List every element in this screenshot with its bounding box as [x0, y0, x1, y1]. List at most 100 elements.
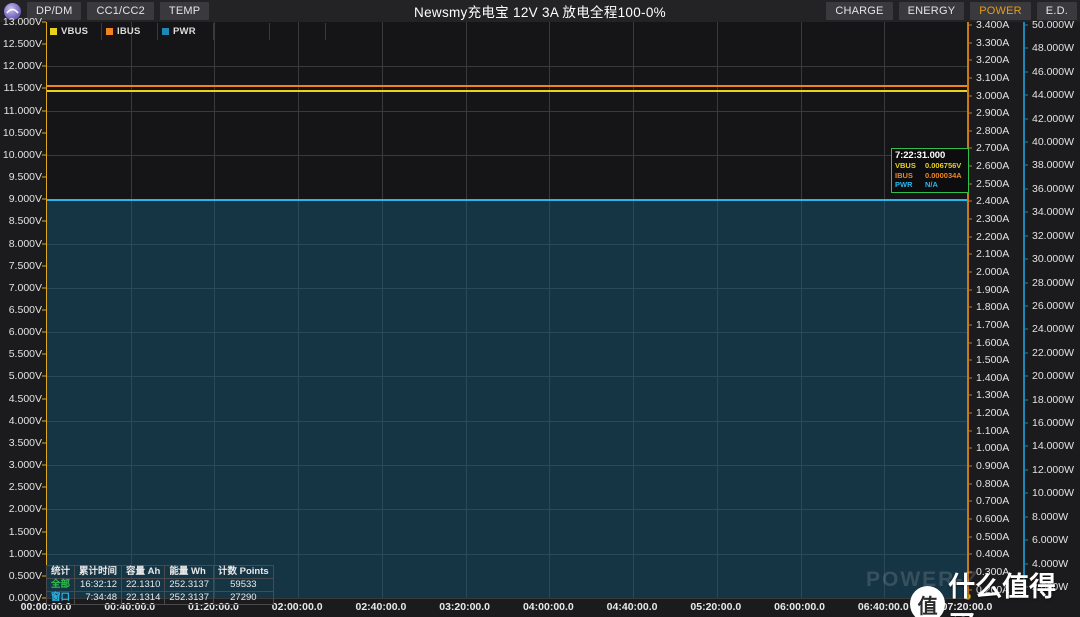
tab-ed[interactable]: E.D.: [1036, 2, 1077, 20]
y-axis-current[interactable]: 3.400A 3.300A 3.200A 3.100A 3.000A 2.900A 2.80…: [967, 19, 1017, 598]
y-axis-current-tick: 0.500A: [976, 530, 1010, 543]
y-axis-current-tick: 3.200A: [976, 54, 1010, 67]
y-axis-voltage-tickmark: [42, 531, 46, 533]
y-axis-voltage[interactable]: 13.000V 12.500V 12.000V 11.500V 11.000V 10.50…: [0, 16, 46, 604]
y-axis-voltage-tickmark: [42, 154, 46, 156]
y-axis-current-tickmark: [967, 59, 972, 61]
y-axis-current-tickmark: [967, 394, 972, 396]
y-axis-current-tick: 1.300A: [976, 389, 1010, 402]
x-axis-tick: 02:40:00.0: [355, 601, 407, 613]
tab-cc1-cc2[interactable]: CC1/CC2: [87, 2, 154, 20]
y-axis-voltage-tickmark: [42, 65, 46, 67]
th-points: 计数 Points: [213, 565, 274, 579]
legend-label-vbus: VBUS: [61, 26, 89, 37]
y-axis-voltage-tick: 2.000V: [8, 503, 42, 516]
x-axis-tick: 07:20:00.0: [941, 601, 993, 613]
y-axis-voltage-tickmark: [42, 265, 46, 267]
y-axis-current-tickmark: [967, 571, 972, 573]
y-axis-current-tickmark: [967, 377, 972, 379]
y-axis-current-tickmark: [967, 324, 972, 326]
y-axis-current-tick: 0.200A: [976, 583, 1010, 596]
y-axis-power-tick: 28.000W: [1032, 276, 1075, 289]
top-toolbar: DP/DM CC1/CC2 TEMP Newsmy充电宝 12V 3A 放电全程…: [0, 0, 1080, 22]
y-axis-power-spine: [1023, 22, 1025, 598]
legend-swatch-ibus: [106, 28, 113, 35]
chart-plot-area[interactable]: [46, 22, 971, 600]
tab-temp[interactable]: TEMP: [159, 2, 210, 20]
x-axis-tick: 06:00:00.0: [774, 601, 825, 613]
chart-legend: VBUS IBUS PWR: [46, 23, 326, 40]
y-axis-current-tickmark: [967, 536, 972, 538]
statistics-table: 统计 累计时间 容量 Ah 能量 Wh 计数 Points 全部 16:32:1…: [45, 565, 274, 605]
y-axis-current-tickmark: [967, 236, 972, 238]
y-axis-power-tickmark: [1023, 47, 1028, 49]
cell-window-time: 7:34:48: [74, 591, 123, 605]
y-axis-current-tickmark: [967, 130, 972, 132]
y-axis-voltage-tick: 6.500V: [8, 304, 42, 316]
y-axis-voltage-tickmark: [42, 243, 46, 245]
y-axis-power-tick: 6.000W: [1032, 534, 1069, 547]
y-axis-current-tickmark: [967, 289, 972, 291]
y-axis-power-tickmark: [1023, 258, 1028, 260]
y-axis-power-tick: 12.000W: [1032, 463, 1075, 476]
y-axis-voltage-tickmark: [42, 486, 46, 488]
y-axis-current-tickmark: [967, 200, 972, 202]
y-axis-voltage-tick: 5.000V: [8, 370, 42, 383]
legend-item-ibus[interactable]: IBUS: [102, 23, 158, 40]
y-axis-voltage-tickmark: [42, 508, 46, 510]
y-axis-power-tickmark: [1023, 492, 1028, 494]
y-axis-power-tick: 18.000W: [1032, 393, 1075, 406]
y-axis-voltage-tick: 9.500V: [8, 171, 42, 184]
y-axis-power-tickmark: [1023, 118, 1028, 120]
y-axis-current-tickmark: [967, 24, 972, 26]
y-axis-current-tickmark: [967, 483, 972, 485]
y-axis-current-tick: 0.800A: [976, 477, 1010, 490]
y-axis-voltage-tick: 4.000V: [8, 414, 42, 427]
th-statistic: 统计: [45, 565, 76, 579]
y-axis-current-tick: 3.300A: [976, 36, 1010, 49]
y-axis-voltage-tick: 7.500V: [8, 259, 42, 272]
y-axis-current-tick: 2.800A: [976, 124, 1010, 137]
series-vbus-line: [47, 89, 967, 92]
y-axis-current-tick: 2.400A: [976, 195, 1010, 208]
y-axis-current-tick: 2.600A: [976, 160, 1010, 173]
table-row[interactable]: 窗口 7:34:48 22.1314 252.3137 27290: [45, 591, 274, 605]
tab-charge[interactable]: CHARGE: [826, 2, 893, 20]
tab-power[interactable]: POWER: [970, 2, 1031, 20]
y-axis-current-tickmark: [967, 412, 972, 414]
y-axis-voltage-tickmark: [42, 43, 46, 45]
y-axis-current-tick: 1.500A: [976, 354, 1010, 367]
table-row[interactable]: 全部 16:32:12 22.1310 252.3137 59533: [45, 578, 274, 592]
y-axis-power-tickmark: [1023, 375, 1028, 377]
x-axis-tick: 02:00:00.0: [271, 601, 323, 613]
gridline-horizontal: [47, 154, 967, 156]
y-axis-power-tick: 10.000W: [1032, 487, 1075, 500]
y-axis-voltage-tick: 1.000V: [8, 547, 42, 560]
y-axis-voltage-tickmark: [42, 132, 46, 134]
tab-energy[interactable]: ENERGY: [898, 2, 965, 20]
y-axis-current-tickmark: [967, 465, 972, 467]
y-axis-voltage-tickmark: [42, 176, 46, 178]
y-axis-current-tickmark: [967, 518, 972, 520]
y-axis-power-tickmark: [1023, 516, 1028, 518]
y-axis-voltage-tickmark: [42, 331, 46, 333]
legend-item-pwr[interactable]: PWR: [158, 23, 214, 40]
y-axis-voltage-tickmark: [42, 442, 46, 444]
y-axis-power-tickmark: [1023, 282, 1028, 284]
row-label-window: 窗口: [45, 591, 76, 605]
y-axis-current-tick: 2.200A: [976, 230, 1010, 243]
y-axis-power-tick: 46.000W: [1032, 65, 1075, 78]
y-axis-voltage-tickmark: [42, 375, 46, 377]
y-axis-current-tickmark: [967, 430, 972, 432]
y-axis-current-tick: 1.400A: [976, 371, 1010, 384]
y-axis-voltage-tick: 8.000V: [8, 237, 42, 250]
y-axis-current-tickmark: [967, 218, 972, 220]
y-axis-power-tickmark: [1023, 539, 1028, 541]
y-axis-current-tickmark: [967, 589, 972, 591]
legend-item-vbus[interactable]: VBUS: [46, 23, 102, 40]
y-axis-voltage-tick: 12.000V: [2, 60, 42, 73]
y-axis-power[interactable]: 50.000W 48.000W 46.000W 44.000W 42.000W 40.00…: [1023, 19, 1080, 598]
y-axis-current-tickmark: [967, 271, 972, 273]
y-axis-voltage-tick: 2.500V: [8, 481, 42, 494]
y-axis-power-tickmark: [1023, 211, 1028, 213]
